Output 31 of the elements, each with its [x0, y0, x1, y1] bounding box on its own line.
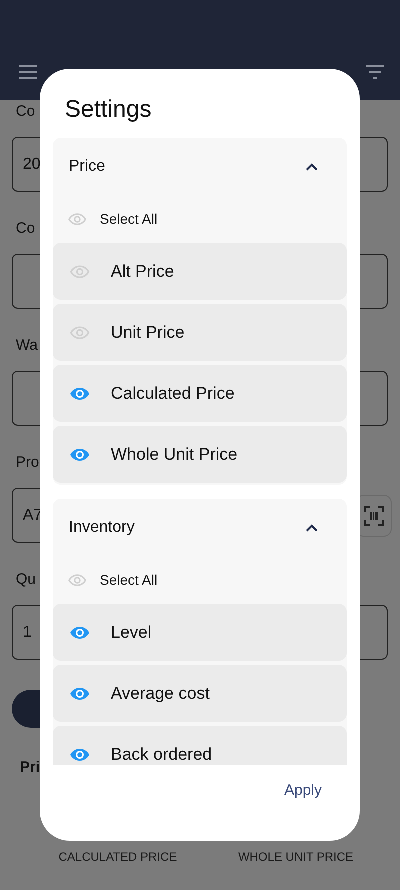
field-label: Co: [16, 219, 36, 239]
list-item[interactable]: Alt Price: [53, 243, 347, 300]
section-title: Inventory: [69, 518, 135, 536]
field-label: Co: [16, 102, 36, 122]
dialog-title: Settings: [65, 95, 152, 125]
select-all-label[interactable]: Select All: [100, 211, 158, 227]
price-caption: CALCULATED PRICE: [58, 850, 178, 864]
eye-icon[interactable]: [70, 686, 90, 700]
list-item[interactable]: Calculated Price: [53, 365, 347, 422]
list-item[interactable]: Back ordered: [53, 726, 347, 765]
list-item[interactable]: Whole Unit Price: [53, 426, 347, 483]
section-title: Price: [69, 158, 106, 176]
field-label: Pro: [16, 453, 40, 473]
list-item[interactable]: Unit Price: [53, 304, 347, 361]
menu-icon[interactable]: [18, 64, 38, 80]
select-all-label[interactable]: Select All: [100, 572, 158, 588]
chevron-up-icon[interactable]: [306, 524, 318, 532]
scan-icon: [364, 506, 384, 526]
section-label: Pri: [20, 758, 40, 778]
list-item[interactable]: Average cost: [53, 665, 347, 722]
eye-icon[interactable]: [70, 386, 90, 400]
price-caption: WHOLE UNIT PRICE: [238, 850, 354, 864]
eye-icon[interactable]: [70, 748, 90, 762]
eye-icon[interactable]: [70, 448, 90, 462]
filter-icon[interactable]: [365, 64, 385, 80]
eye-icon[interactable]: [70, 626, 90, 640]
field-label: Qu: [16, 570, 36, 590]
chevron-up-icon[interactable]: [306, 162, 318, 170]
field-label: Wa: [16, 336, 38, 356]
list-item[interactable]: Level: [53, 604, 347, 661]
apply-button[interactable]: Apply: [284, 782, 322, 799]
